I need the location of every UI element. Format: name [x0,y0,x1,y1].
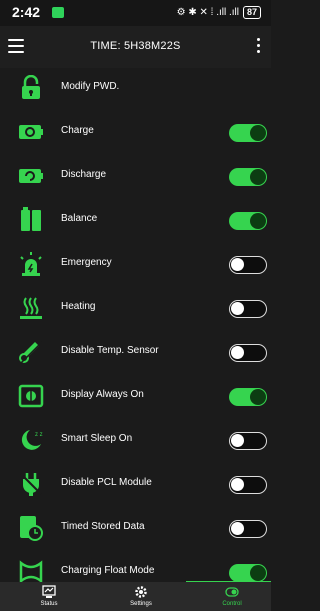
row-disable-pcl[interactable]: Disable PCL Module [0,462,271,506]
discharge-toggle[interactable] [229,168,267,186]
row-disable-temp-sensor[interactable]: Disable Temp. Sensor [0,330,271,374]
row-label: Timed Stored Data [61,521,145,532]
status-icons: ⚙ ✱ ✕ ⁞ .ıll .ıll 87 [177,6,261,19]
row-label: Emergency [61,257,112,268]
battery-discharge-icon [19,169,43,183]
toolbar-title: TIME: 5H38M22S [90,40,181,52]
display-always-on-toggle[interactable] [229,388,267,406]
bottom-nav: Status Settings Control [0,582,271,611]
display-icon [18,384,44,408]
toolbar: TIME: 5H38M22S [0,26,271,68]
row-label: Display Always On [61,389,144,400]
row-balance[interactable]: Balance [0,198,271,242]
row-label: Balance [61,213,98,224]
disable-temp-sensor-toggle[interactable] [229,344,267,362]
row-heating[interactable]: Heating [0,286,271,330]
row-smart-sleep[interactable]: z z Smart Sleep On [0,418,271,462]
gear-icon [135,586,147,598]
battery-balance-icon [21,207,41,231]
row-label: Disable PCL Module [61,477,152,488]
status-icon [42,585,56,598]
system-icons: ⚙ ✱ ✕ ⁞ .ıll .ıll [176,7,239,18]
row-label: Discharge [61,169,107,180]
row-discharge[interactable]: Discharge [0,154,271,198]
row-label: Charging Float Mode [61,565,155,576]
app-notification-icon [52,7,64,18]
charging-float-toggle[interactable] [229,564,267,582]
tab-label: Control [222,601,242,607]
row-label: Heating [61,301,96,312]
tab-status[interactable]: Status [4,582,94,611]
row-display-always-on[interactable]: Display Always On [0,374,271,418]
moon-sleep-icon: z z [21,430,43,450]
tab-settings[interactable]: Settings [96,582,186,611]
timed-stored-data-toggle[interactable] [229,520,267,538]
row-emergency[interactable]: Emergency [0,242,271,286]
emergency-light-icon [20,252,42,276]
emergency-toggle[interactable] [229,256,267,274]
heating-icon [20,297,42,319]
disable-pcl-toggle[interactable] [229,476,267,494]
lock-icon [22,75,40,99]
tab-label: Settings [130,601,152,607]
battery-indicator: 87 [242,6,261,19]
row-timed-stored-data[interactable]: Timed Stored Data [0,506,271,550]
status-bar: 2:42 ⚙ ✱ ✕ ⁞ .ıll .ıll 87 [0,0,271,26]
control-icon [225,587,239,597]
plug-off-icon [20,473,42,496]
tab-control[interactable]: Control [187,582,277,611]
balance-toggle[interactable] [229,212,267,230]
status-time: 2:42 [12,4,41,20]
row-label: Smart Sleep On [61,433,133,444]
row-label: Charge [61,125,94,136]
timed-data-icon [20,516,43,541]
tab-label: Status [40,601,58,607]
more-options-icon[interactable] [257,38,261,56]
row-label: Disable Temp. Sensor [61,345,159,356]
heating-toggle[interactable] [229,300,267,318]
svg-text:z z: z z [35,432,43,438]
temp-sensor-off-icon [19,341,43,364]
row-charge[interactable]: Charge [0,110,271,154]
row-label: Modify PWD. [61,81,120,92]
battery-charge-icon [19,125,43,139]
smart-sleep-toggle[interactable] [229,432,267,450]
charge-toggle[interactable] [229,124,267,142]
row-modify-pwd[interactable]: Modify PWD. [0,66,271,110]
